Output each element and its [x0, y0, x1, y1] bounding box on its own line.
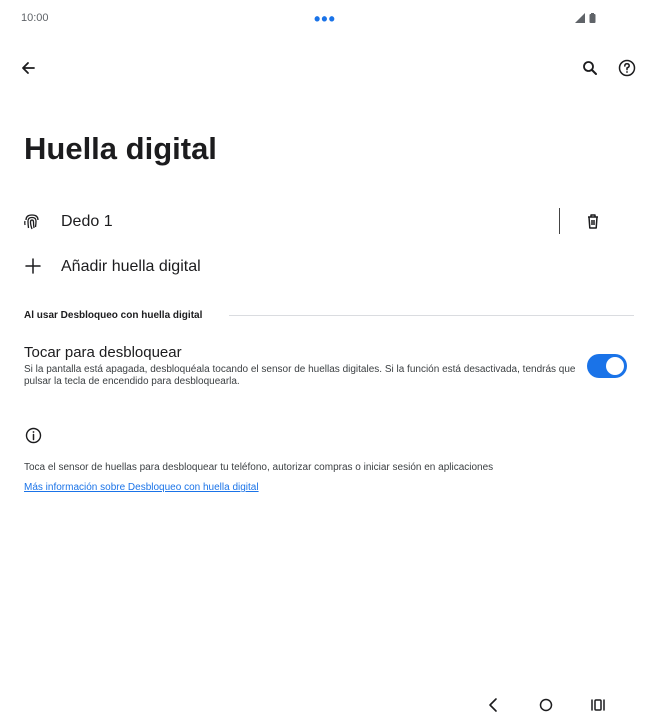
trash-icon[interactable] [583, 211, 603, 231]
battery-icon [589, 13, 596, 23]
search-button[interactable] [578, 56, 602, 80]
row-divider [559, 208, 560, 234]
fingerprint-icon [24, 214, 39, 230]
touch-to-unlock-title: Tocar para desbloquear [24, 344, 182, 361]
touch-to-unlock-summary: Si la pantalla está apagada, desbloquéal… [24, 364, 576, 387]
fingerprint-label: Dedo 1 [61, 213, 113, 230]
add-fingerprint-button[interactable]: Añadir huella digital [61, 258, 201, 276]
help-button[interactable] [615, 56, 639, 80]
learn-more-link[interactable]: Más información sobre Desbloqueo con hue… [24, 482, 259, 493]
signal-icon [575, 13, 585, 23]
info-icon [25, 427, 42, 444]
footer-description: Toca el sensor de huellas para desbloque… [24, 462, 494, 473]
section-divider [229, 315, 634, 316]
nav-recents-icon[interactable] [590, 697, 606, 713]
touch-to-unlock-toggle[interactable] [587, 354, 627, 378]
help-icon [618, 59, 636, 77]
search-icon [583, 61, 597, 75]
page-title: Huella digital [24, 131, 217, 166]
status-time: 10:00 [21, 12, 49, 24]
status-icons [575, 13, 596, 23]
arrow-left-icon [22, 62, 35, 74]
nav-back-icon[interactable] [486, 697, 502, 713]
plus-icon[interactable] [24, 257, 42, 275]
toggle-knob [606, 357, 624, 375]
status-indicator: ••• [314, 9, 336, 29]
nav-home-icon[interactable] [538, 697, 554, 713]
back-button[interactable] [16, 56, 40, 80]
section-header: Al usar Desbloqueo con huella digital [24, 310, 203, 321]
